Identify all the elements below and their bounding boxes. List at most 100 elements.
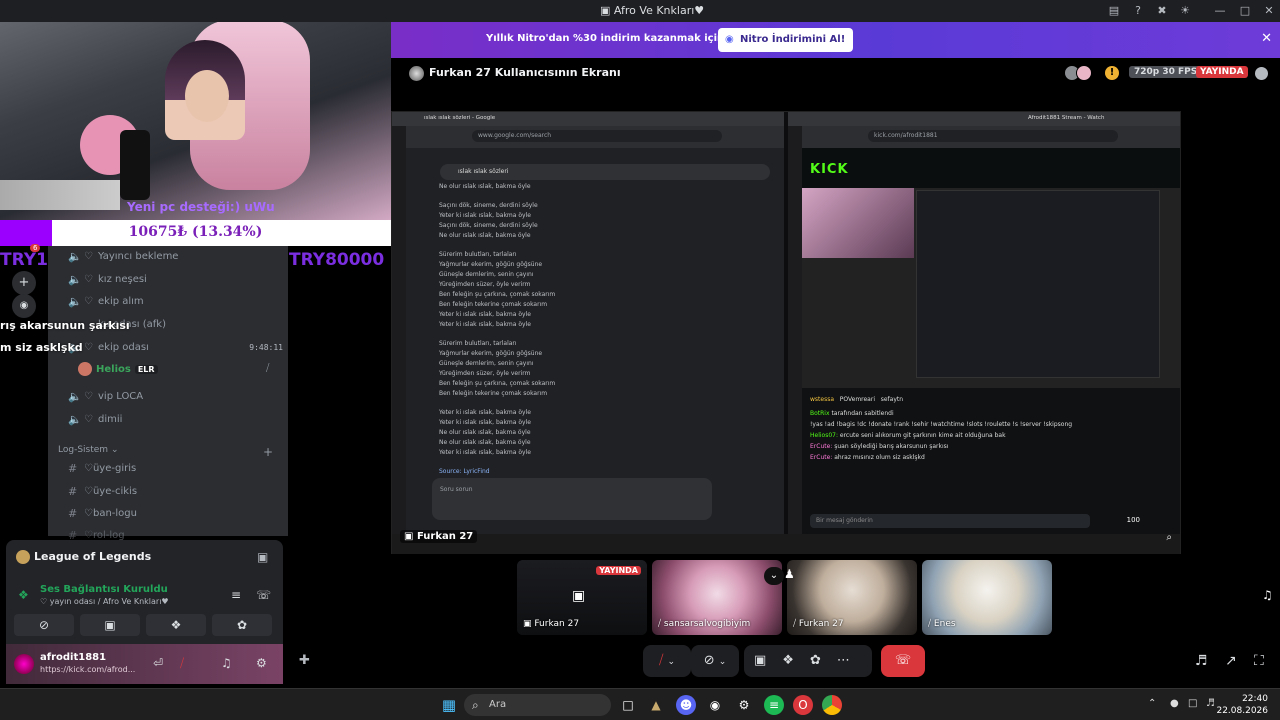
leave-call-button[interactable]: ☏ (881, 645, 925, 677)
headphones-icon[interactable]: ♫ (221, 656, 232, 670)
chrome-icon[interactable] (822, 695, 842, 715)
soundboard-button[interactable]: ✿ (212, 614, 272, 636)
close-icon[interactable]: ✕ (1261, 31, 1272, 46)
task-view-icon[interactable]: □ (618, 695, 638, 715)
close-icon[interactable]: ✕ (1261, 3, 1277, 19)
chevron-up-icon[interactable]: ⌃ (1148, 698, 1156, 709)
gamepad-icon[interactable]: ⏎ (153, 656, 163, 670)
lyric-gap (439, 241, 739, 250)
discover-icon[interactable]: ◉ (12, 294, 36, 318)
activities-icon[interactable]: ❖ (782, 653, 810, 668)
avatar (1076, 65, 1092, 81)
participants-icon[interactable]: ♟ (784, 567, 795, 581)
avatar (409, 66, 424, 81)
text-channel[interactable]: # ♡ban-logu (58, 505, 283, 523)
settings-gear-icon[interactable]: ⚙ (734, 695, 754, 715)
screen-share-icon[interactable]: ▣ (754, 653, 782, 668)
opera-icon[interactable]: O (793, 695, 813, 715)
live-badge: YAYINDA (596, 566, 641, 575)
add-friend-icon[interactable]: ✚ (299, 653, 310, 668)
channel-ekip-odasi[interactable]: 🔈 ♡ ekip odası 9:48:11 (58, 339, 283, 357)
game-activity[interactable]: League of Legends (16, 550, 151, 564)
tools-icon[interactable]: ✖ (1154, 3, 1170, 19)
stream-quality-badge: 720p 30 FPS (1129, 66, 1203, 78)
mute-mic-icon[interactable]: ⧸ (180, 656, 184, 671)
keyboard (0, 180, 120, 210)
live-badge: YAYINDA (1196, 66, 1248, 78)
volume-icon[interactable]: ♬ (1206, 698, 1215, 709)
text-channel[interactable]: # ♡üye-cikis (58, 483, 283, 501)
avatar[interactable] (14, 654, 34, 674)
kick-viewers-row: wstessa POVemreari sefaytn (810, 394, 1172, 405)
channel-ekip-alim[interactable]: 🔈 ♡ ekip alım (58, 293, 283, 311)
more-icon[interactable]: ⋯ (837, 653, 866, 668)
participant-tile[interactable]: ⧸ Enes (922, 560, 1052, 635)
fullscreen-icon[interactable]: ⛶ (1254, 653, 1264, 669)
hash-icon: # (68, 507, 78, 520)
screen-share-button[interactable]: ▣ (80, 614, 140, 636)
windows-start-icon[interactable]: ▦ (439, 695, 459, 715)
chat-user: Helios07: (810, 432, 840, 439)
inbox-icon[interactable]: ▤ (1106, 3, 1122, 19)
game-overlay-icon[interactable]: ▣ (257, 550, 268, 564)
pop-out-icon[interactable]: ↗ (1225, 653, 1237, 669)
maximize-icon[interactable]: □ (1237, 3, 1253, 19)
channel-dimii[interactable]: 🔈 ♡ dimii (58, 411, 283, 429)
channel-vip-loca[interactable]: 🔈 ♡ vip LOCA (58, 388, 283, 406)
microphone-icon[interactable]: ● (1170, 698, 1179, 709)
more-options-icon[interactable] (1255, 67, 1268, 80)
disconnect-icon[interactable]: ☏ (256, 588, 271, 602)
heart-icon: ♡ (84, 414, 93, 425)
nitro-discount-button[interactable]: Nitro İndirimini Al! (718, 28, 854, 52)
lyrics-source: Source: LyricFind (439, 468, 490, 475)
heart-icon: ♡ (84, 251, 93, 262)
warning-icon[interactable]: ! (1105, 66, 1119, 80)
camera-button[interactable]: ⊘ ⌄ (691, 645, 739, 677)
lyric-line: Yeter ki ıslak ıslak, bakma öyle (439, 419, 531, 426)
voice-channel-name[interactable]: ♡ yayın odası / Afro Ve Knkları♥ (40, 597, 169, 606)
league-icon[interactable]: ▲ (646, 695, 666, 715)
channel-label: ♡ban-logu (84, 508, 137, 519)
channel-label: vip LOCA (98, 391, 144, 402)
help-icon[interactable]: ? (1130, 3, 1146, 19)
taskbar-clock[interactable]: 22:40 22.08.2026 (1216, 693, 1268, 717)
browser-tab: Afrodit1881 Stream - Watch (1028, 115, 1105, 121)
activity-buttons[interactable]: ▣❖✿⋯ (744, 645, 872, 677)
volume-icon[interactable]: ♬ (1195, 653, 1208, 669)
settings-gear-icon[interactable]: ⚙ (256, 656, 267, 670)
username[interactable]: afrodit1881 (40, 652, 106, 663)
text-channel[interactable]: # ♡üye-giris (58, 460, 283, 478)
soundboard-icon[interactable]: ✿ (810, 653, 837, 668)
collapse-tiles-button[interactable]: ⌄ (764, 567, 784, 585)
activities-button[interactable]: ❖ (146, 614, 206, 636)
heart-icon: ♡ (84, 296, 93, 307)
shared-screen[interactable]: ıslak ıslak sözleri - Google www.google.… (391, 111, 1181, 554)
steam-icon[interactable]: ◉ (705, 695, 725, 715)
voice-user[interactable]: Helios ELR (78, 362, 158, 376)
spotify-icon[interactable]: ≡ (764, 695, 784, 715)
channel-yayinci-bekleme[interactable]: 🔈 ♡ Yayıncı bekleme (58, 248, 283, 266)
voice-connected-status[interactable]: Ses Bağlantısı Kuruldu (40, 584, 168, 595)
network-icon[interactable]: □ (1188, 698, 1197, 709)
mute-button[interactable]: ⧸ ⌄ (643, 645, 691, 677)
heart-icon: ♡ (84, 274, 93, 285)
viewer-avatars[interactable] (1064, 65, 1096, 81)
window-title-text: Afro Ve Knkları♥ (613, 4, 705, 17)
minimize-icon[interactable]: — (1212, 3, 1228, 19)
channel-label: kız neşesi (98, 274, 147, 285)
taskbar-search[interactable]: Ara (464, 694, 611, 716)
category-log-sistem[interactable]: Log-Sistem ⌄ + (58, 445, 273, 459)
participant-tile[interactable]: ⧸ sansarsalvogibiyim (652, 560, 782, 635)
avatar (78, 362, 92, 376)
noise-suppression-icon[interactable]: ≡ (231, 588, 241, 602)
add-server-icon[interactable]: + (12, 271, 36, 295)
participant-tile[interactable]: ⧸ Furkan 27 (787, 560, 917, 635)
add-channel-icon[interactable]: + (263, 445, 273, 459)
bug-icon[interactable]: ☀ (1177, 3, 1193, 19)
soundboard-icon: ✿ (236, 618, 248, 632)
camera-off-button[interactable]: ⊘ (14, 614, 74, 636)
discord-icon[interactable]: ☻ (676, 695, 696, 715)
channel-kiz-nesesi[interactable]: 🔈 ♡ kız neşesi (58, 271, 283, 289)
participant-tile[interactable]: YAYINDA ▣ ▣ Furkan 27 (517, 560, 647, 635)
zoom-icon[interactable]: ⌕ (1166, 532, 1172, 543)
